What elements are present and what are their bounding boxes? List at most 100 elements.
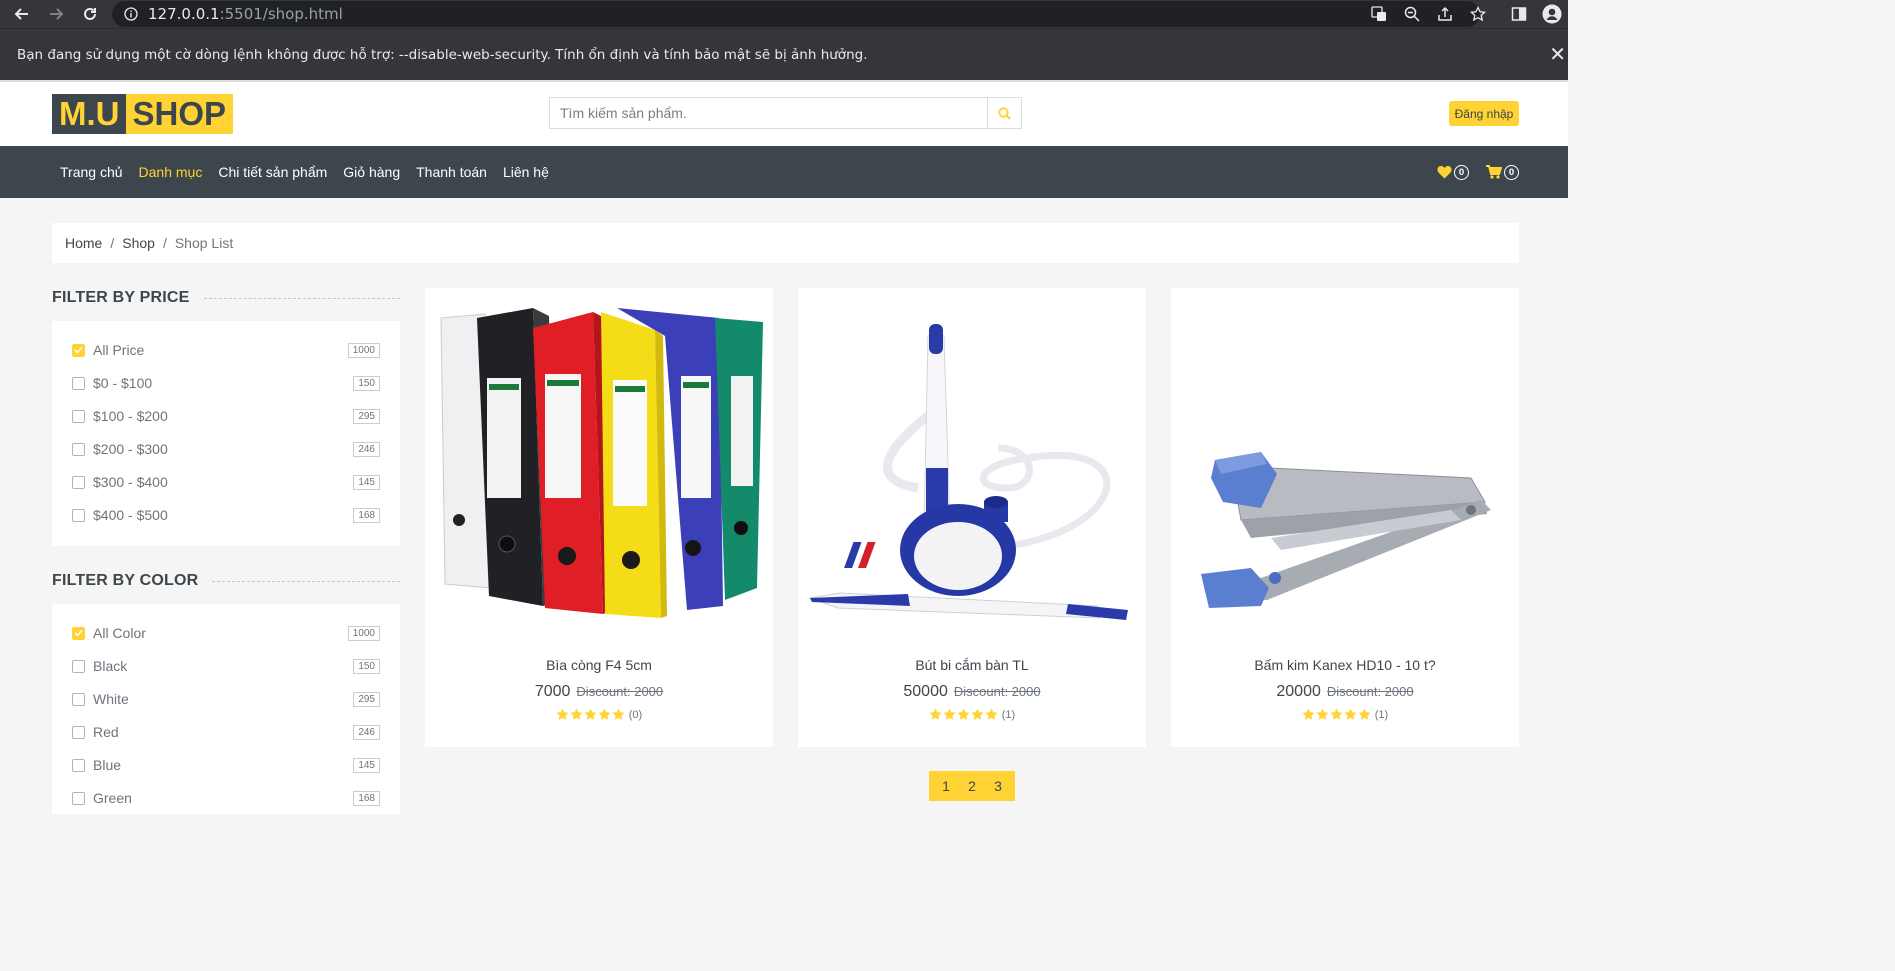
price-filter-heading: FILTER BY PRICE <box>52 287 400 309</box>
checkbox[interactable] <box>72 409 85 423</box>
star-icon <box>584 708 597 720</box>
filter-label: White <box>93 691 129 707</box>
search-button[interactable] <box>987 98 1021 128</box>
product-card[interactable]: Bìa còng F4 5cm 7000 Discount: 2000 (0) <box>425 288 773 747</box>
checkbox[interactable] <box>72 343 85 357</box>
color-filter-option[interactable]: Blue 145 <box>72 755 380 775</box>
filter-count: 145 <box>353 474 380 490</box>
checkbox[interactable] <box>72 758 85 772</box>
product-image-desk-pen[interactable] <box>798 288 1146 633</box>
price-filter-option[interactable]: $0 - $100 150 <box>72 373 380 393</box>
product-price: 7000 Discount: 2000 <box>425 683 773 701</box>
pagination: 1 2 3 <box>929 771 1015 801</box>
checkbox[interactable] <box>72 626 85 640</box>
filter-label: All Price <box>93 342 145 358</box>
breadcrumb-separator: / <box>110 235 115 251</box>
nav-category[interactable]: Danh mục <box>131 164 211 180</box>
product-name[interactable]: Bút bi cắm bàn TL <box>798 657 1146 673</box>
old-price: Discount: 2000 <box>576 684 664 699</box>
color-filter-option[interactable]: Black 150 <box>72 656 380 676</box>
infobar-message: Bạn đang sử dụng một cờ dòng lệnh không … <box>17 46 868 63</box>
logo-part-2: SHOP <box>125 94 234 134</box>
cart-link[interactable]: 0 <box>1486 164 1519 180</box>
reload-icon[interactable] <box>73 0 107 28</box>
color-filter-option[interactable]: White 295 <box>72 689 380 709</box>
side-panel-icon[interactable] <box>1502 0 1535 28</box>
breadcrumb-home[interactable]: Home <box>65 235 102 251</box>
product-name[interactable]: Bấm kim Kanex HD10 - 10 t? <box>1171 657 1519 673</box>
search-input[interactable] <box>550 98 987 128</box>
price: 50000 <box>903 683 948 700</box>
product-card[interactable]: Bút bi cắm bàn TL 50000 Discount: 2000 (… <box>798 288 1146 747</box>
product-name[interactable]: Bìa còng F4 5cm <box>425 657 773 673</box>
checkbox[interactable] <box>72 725 85 739</box>
filter-count: 246 <box>353 441 380 457</box>
forward-icon[interactable] <box>39 0 73 28</box>
checkbox[interactable] <box>72 791 85 805</box>
product-image-binders[interactable] <box>425 288 773 633</box>
product-card[interactable]: Bấm kim Kanex HD10 - 10 t? 20000 Discoun… <box>1171 288 1519 747</box>
filter-count: 295 <box>353 408 380 424</box>
color-filter-option[interactable]: All Color 1000 <box>72 623 380 643</box>
translate-icon[interactable] <box>1362 0 1395 28</box>
price-filter-box: All Price 1000 $0 - $100 150 $100 - $200 29… <box>52 321 400 546</box>
nav-checkout[interactable]: Thanh toán <box>408 164 495 180</box>
price-filter-option[interactable]: $100 - $200 295 <box>72 406 380 426</box>
page-link-3[interactable]: 3 <box>994 778 1002 794</box>
star-icon <box>556 708 569 720</box>
cart-count-badge: 0 <box>1504 164 1519 180</box>
star-icon <box>957 708 970 720</box>
nav-product-detail[interactable]: Chi tiết sản phẩm <box>210 164 335 180</box>
nav-contact[interactable]: Liên hệ <box>495 164 557 180</box>
checkbox[interactable] <box>72 376 85 390</box>
filter-label: Blue <box>93 757 122 773</box>
wishlist-count-badge: 0 <box>1454 164 1469 180</box>
nav-menu: Trang chủ Danh mục Chi tiết sản phẩm Giỏ… <box>52 146 557 198</box>
close-icon[interactable]: ✕ <box>1549 45 1566 65</box>
star-icon <box>570 708 583 720</box>
page-link-1[interactable]: 1 <box>942 778 950 794</box>
wishlist-link[interactable]: 0 <box>1437 164 1469 180</box>
color-filter-option[interactable]: Red 246 <box>72 722 380 742</box>
page-link-2[interactable]: 2 <box>968 778 976 794</box>
info-icon <box>124 7 138 21</box>
checkbox[interactable] <box>72 659 85 673</box>
bookmark-star-icon[interactable] <box>1461 0 1494 28</box>
logo[interactable]: M.U SHOP <box>52 94 234 134</box>
breadcrumb-current: Shop List <box>174 235 234 251</box>
old-price: Discount: 2000 <box>1326 684 1414 699</box>
heart-icon <box>1437 166 1452 179</box>
back-icon[interactable] <box>5 0 39 28</box>
zoom-icon[interactable] <box>1395 0 1428 28</box>
breadcrumb: Home / Shop / Shop List <box>52 223 1519 263</box>
filter-label: Black <box>93 658 128 674</box>
product-price: 20000 Discount: 2000 <box>1171 683 1519 701</box>
star-icon <box>971 708 984 720</box>
price-filter-option[interactable]: $400 - $500 168 <box>72 505 380 525</box>
checkbox[interactable] <box>72 508 85 522</box>
checkbox[interactable] <box>72 475 85 489</box>
price-filter-option[interactable]: $200 - $300 246 <box>72 439 380 459</box>
price-filter-option[interactable]: All Price 1000 <box>72 340 380 360</box>
checkbox[interactable] <box>72 692 85 706</box>
logo-part-1: M.U <box>52 94 126 134</box>
price-filter-option[interactable]: $300 - $400 145 <box>72 472 380 492</box>
color-filter-option[interactable]: Green 168 <box>72 788 380 808</box>
star-icon <box>985 708 998 720</box>
filter-label: $100 - $200 <box>93 408 168 424</box>
nav-home[interactable]: Trang chủ <box>52 164 131 180</box>
profile-icon[interactable] <box>1535 0 1568 28</box>
nav-cart[interactable]: Giỏ hàng <box>335 164 408 180</box>
main-navbar: Trang chủ Danh mục Chi tiết sản phẩm Giỏ… <box>0 146 1568 198</box>
address-bar[interactable]: 127.0.0.1:5501/shop.html <box>112 1 1480 27</box>
breadcrumb-shop[interactable]: Shop <box>122 235 155 251</box>
login-button[interactable]: Đăng nhập <box>1449 101 1519 126</box>
price: 7000 <box>534 683 571 700</box>
share-icon[interactable] <box>1428 0 1461 28</box>
star-icon <box>598 708 611 720</box>
review-count: (1) <box>1374 708 1389 721</box>
site-header: M.U SHOP Đăng nhập <box>0 80 1568 146</box>
checkbox[interactable] <box>72 442 85 456</box>
product-image-stapler[interactable] <box>1171 288 1519 633</box>
shopping-cart-icon <box>1486 165 1502 179</box>
